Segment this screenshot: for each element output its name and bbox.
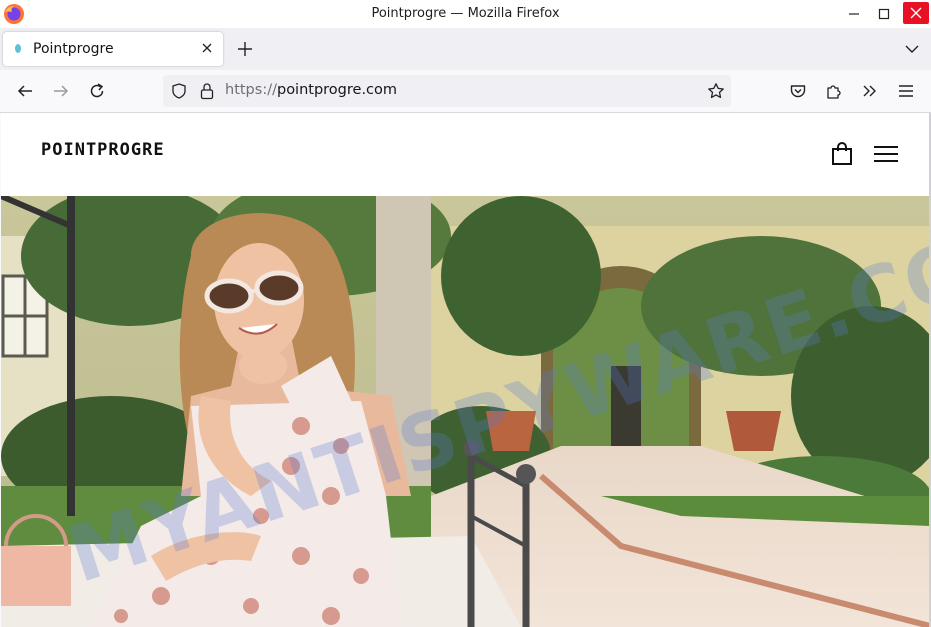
url-text[interactable]: https://pointprogre.com: [225, 82, 397, 98]
forward-arrow-icon: [54, 85, 69, 97]
hero-image: [1, 196, 930, 627]
close-window-button[interactable]: [903, 2, 929, 24]
tracking-protection-shield-icon[interactable]: [171, 83, 187, 99]
window-title: Pointprogre — Mozilla Firefox: [371, 6, 560, 21]
pocket-button[interactable]: [787, 80, 809, 102]
new-tab-icon[interactable]: [234, 38, 256, 60]
url-host: pointprogre.com: [276, 82, 398, 98]
site-logo[interactable]: POINTPROGRE: [41, 140, 165, 160]
pocket-icon: [790, 85, 806, 98]
tab-pointprogre[interactable]: Pointprogre: [3, 32, 223, 66]
reload-icon: [90, 83, 104, 98]
back-button[interactable]: [14, 80, 36, 102]
reload-button[interactable]: [86, 80, 108, 102]
more-tools-button[interactable]: [859, 80, 881, 102]
minimize-icon: [849, 13, 859, 15]
address-bar[interactable]: https://pointprogre.com: [163, 75, 731, 107]
tab-title: Pointprogre: [33, 41, 114, 57]
web-page: POINTPROGRE MYANTISPYWARE.COM: [1, 113, 930, 627]
puzzle-piece-icon: [827, 85, 841, 99]
navigation-toolbar: https://pointprogre.com: [0, 70, 931, 113]
list-all-tabs-chevron-down-icon[interactable]: [903, 40, 921, 58]
back-arrow-icon: [17, 85, 32, 97]
tab-close-icon[interactable]: [199, 40, 215, 56]
extensions-button[interactable]: [823, 80, 845, 102]
maximize-icon: [878, 8, 890, 20]
hamburger-menu-icon: [899, 85, 913, 97]
hero-banner: MYANTISPYWARE.COM: [1, 196, 930, 627]
lock-icon[interactable]: [199, 82, 215, 100]
bookmark-star-icon[interactable]: [707, 82, 725, 100]
shopping-bag-icon[interactable]: [831, 142, 853, 166]
site-favicon-icon: [15, 44, 21, 53]
url-protocol: https://: [225, 82, 277, 98]
window-titlebar: Pointprogre — Mozilla Firefox: [0, 0, 931, 28]
maximize-button[interactable]: [869, 0, 899, 28]
minimize-button[interactable]: [839, 0, 869, 28]
forward-button[interactable]: [50, 80, 72, 102]
site-header: POINTPROGRE: [1, 113, 930, 196]
double-chevron-right-icon: [863, 85, 876, 97]
app-menu-button[interactable]: [895, 80, 917, 102]
tab-strip: Pointprogre: [0, 28, 931, 70]
close-icon: [910, 7, 922, 19]
site-menu-hamburger-icon[interactable]: [873, 145, 899, 163]
